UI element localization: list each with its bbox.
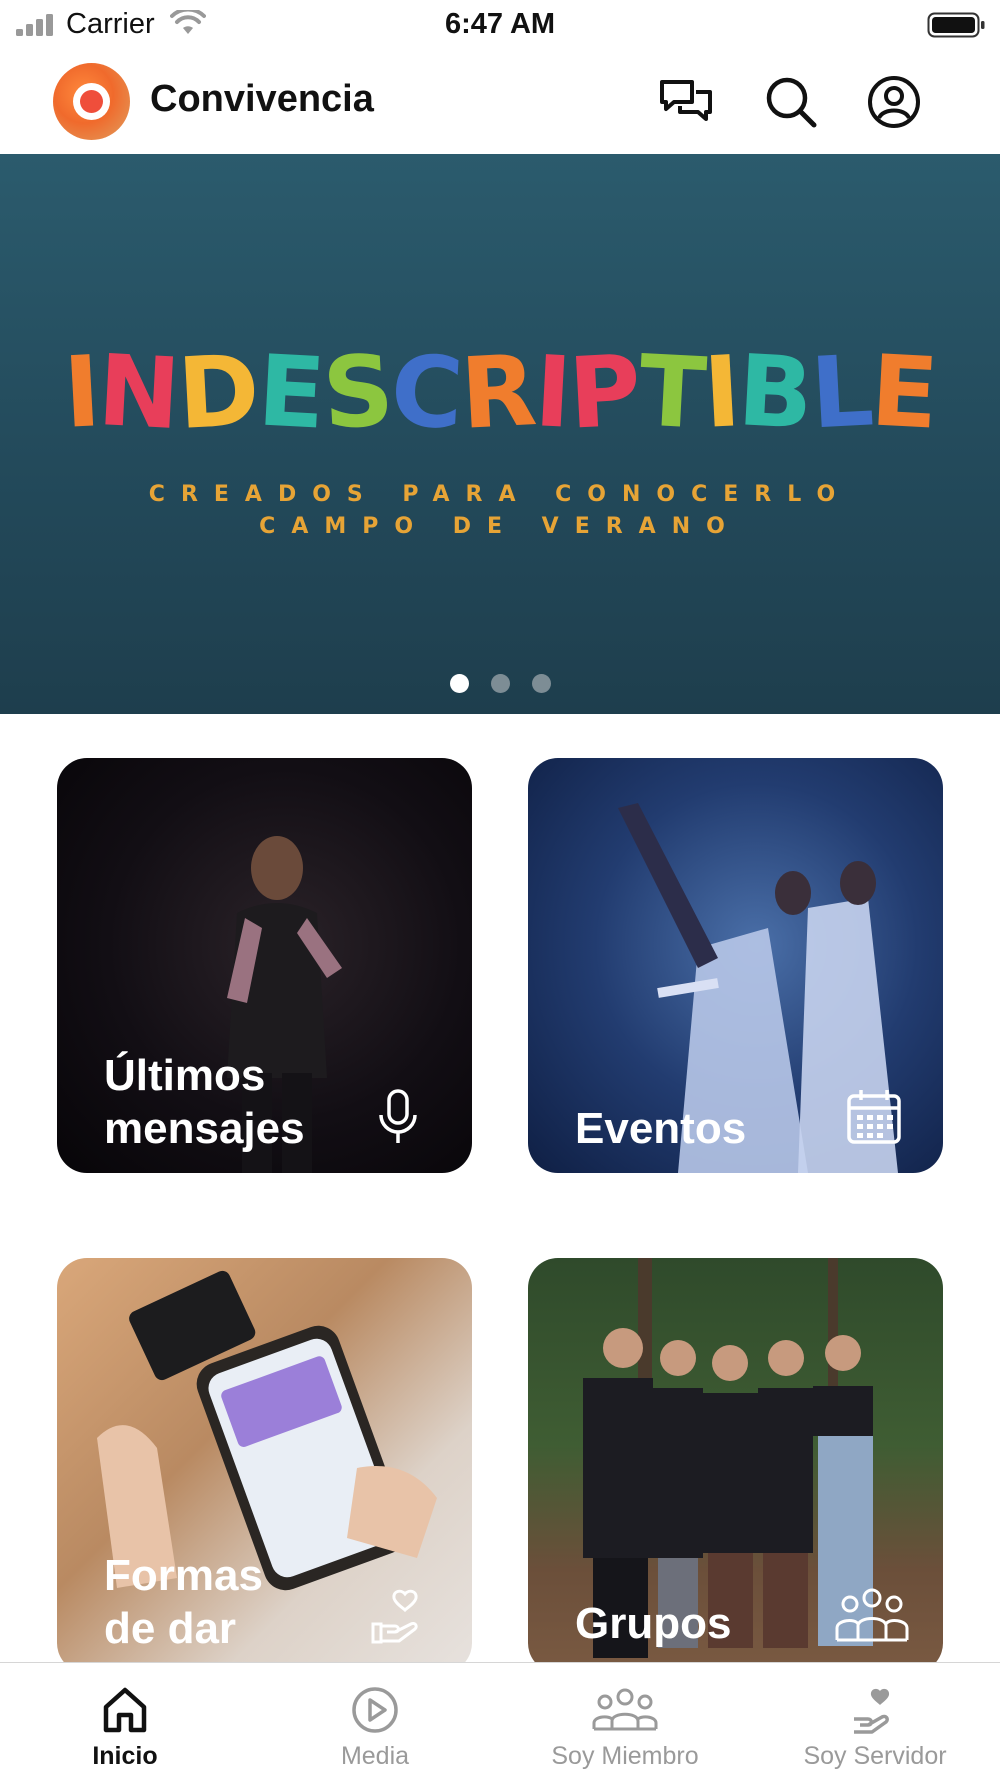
status-bar: Carrier 6:47 AM xyxy=(0,0,1000,50)
banner-title-letter: E xyxy=(254,334,326,452)
tile-label: Formas de dar xyxy=(104,1551,263,1653)
nav-item-soy-servidor[interactable]: Soy Servidor xyxy=(750,1663,1000,1778)
profile-icon[interactable] xyxy=(866,74,922,130)
carousel-dot[interactable] xyxy=(490,674,510,693)
nav-item-media[interactable]: Media xyxy=(250,1663,500,1778)
group-icon xyxy=(835,1588,909,1642)
banner-title-letter: I xyxy=(531,335,572,451)
nav-item-soy-miembro[interactable]: Soy Miembro xyxy=(500,1663,750,1778)
app-title: Convivencia xyxy=(150,78,374,120)
nav-label: Soy Servidor xyxy=(803,1742,947,1770)
tile-formas-de-dar[interactable]: Formas de dar xyxy=(57,1258,472,1673)
tile-eventos[interactable]: Eventos xyxy=(528,758,943,1173)
play-icon xyxy=(352,1687,398,1733)
nav-item-inicio[interactable]: Inicio xyxy=(0,1663,250,1778)
battery-icon xyxy=(927,12,985,38)
nav-label: Inicio xyxy=(92,1742,158,1770)
carousel-dot[interactable] xyxy=(449,674,469,693)
banner-title-letter: B xyxy=(735,334,814,452)
tile-label: Eventos xyxy=(575,1104,747,1153)
banner-title-letter: N xyxy=(95,333,182,453)
carousel-dots[interactable] xyxy=(0,674,1000,698)
servant-icon xyxy=(854,1688,890,1734)
home-icon xyxy=(103,1687,147,1733)
nav-label: Soy Miembro xyxy=(551,1742,699,1770)
banner-subtitle-2: CAMPO DE VERANO xyxy=(259,514,741,539)
banner-title-letter: I xyxy=(60,335,102,451)
banner-title-letter: R xyxy=(458,334,538,452)
tile-grupos[interactable]: Grupos xyxy=(528,1258,943,1673)
giving-hand-icon xyxy=(371,1589,418,1644)
banner-title-letter: E xyxy=(868,334,940,452)
tile-label: Últimos mensajes xyxy=(104,1051,305,1153)
banner-title-letter: D xyxy=(175,334,261,452)
status-time: 6:47 AM xyxy=(444,8,556,40)
banner-title: INDESCRIPTIBLE xyxy=(0,333,1000,453)
banner-title-letter: S xyxy=(319,334,395,452)
banner-subtitle-1: CREADOS PARA CONOCERLO xyxy=(148,482,852,507)
banner-title-letter: I xyxy=(700,335,742,451)
bottom-nav: Inicio Media Soy Miembro Soy Servidor xyxy=(0,1662,1000,1778)
search-icon[interactable] xyxy=(763,74,819,130)
carousel-dot[interactable] xyxy=(531,674,551,693)
banner-title-letter: L xyxy=(807,334,875,452)
tile-ultimos-mensajes[interactable]: Últimos mensajes xyxy=(57,758,472,1173)
tile-label: Grupos xyxy=(575,1599,732,1648)
app-logo[interactable] xyxy=(53,63,130,140)
banner-title-letter: C xyxy=(388,334,464,452)
banner-title-letter: P xyxy=(566,334,642,452)
microphone-icon xyxy=(379,1089,417,1143)
hero-banner[interactable]: INDESCRIPTIBLE CREADOS PARA CONOCERLO CA… xyxy=(0,154,1000,714)
app-header: Convivencia xyxy=(0,50,1000,154)
banner-title-letter: T xyxy=(635,334,707,452)
members-icon xyxy=(592,1688,658,1731)
chat-icon[interactable] xyxy=(658,74,714,130)
nav-label: Media xyxy=(340,1742,410,1770)
calendar-icon xyxy=(847,1090,901,1144)
